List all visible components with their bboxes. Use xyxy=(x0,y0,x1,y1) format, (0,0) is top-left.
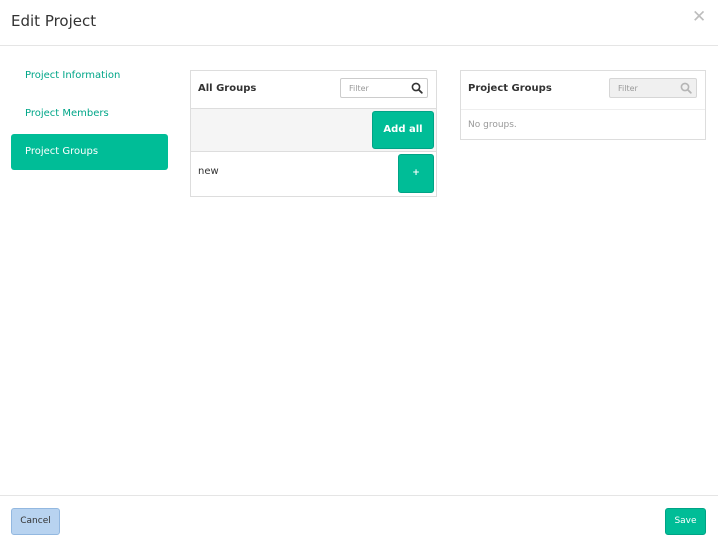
group-name: new xyxy=(198,166,219,177)
project-groups-filter-input[interactable] xyxy=(610,79,684,97)
dialog-header: Edit Project ✕ xyxy=(0,0,718,46)
all-groups-header: All Groups xyxy=(191,71,436,109)
add-all-button[interactable]: Add all xyxy=(372,111,434,149)
all-groups-panel: All Groups Add all new + xyxy=(190,70,437,197)
search-icon xyxy=(680,82,692,94)
cancel-button[interactable]: Cancel xyxy=(11,508,60,535)
project-groups-panel: Project Groups No groups. xyxy=(460,70,706,140)
all-groups-filter xyxy=(340,78,428,98)
dialog-footer: Cancel Save xyxy=(0,495,718,546)
all-groups-title: All Groups xyxy=(198,83,257,94)
nav-item-project-members[interactable]: Project Members xyxy=(11,96,168,132)
dialog-title: Edit Project xyxy=(11,12,97,30)
empty-groups-message: No groups. xyxy=(468,120,517,130)
add-all-row: Add all xyxy=(191,109,436,152)
list-item: new + xyxy=(191,152,436,196)
nav-item-project-information[interactable]: Project Information xyxy=(11,58,168,94)
edit-project-dialog: Edit Project ✕ Project Information Proje… xyxy=(0,0,718,546)
search-icon[interactable] xyxy=(411,82,423,94)
close-icon[interactable]: ✕ xyxy=(692,9,706,26)
all-groups-filter-input[interactable] xyxy=(341,79,415,97)
save-button[interactable]: Save xyxy=(665,508,706,535)
project-groups-filter xyxy=(609,78,697,98)
add-group-button[interactable]: + xyxy=(398,154,434,193)
nav-item-project-groups[interactable]: Project Groups xyxy=(11,134,168,170)
project-groups-header: Project Groups xyxy=(461,71,705,110)
project-groups-title: Project Groups xyxy=(468,83,552,94)
side-nav: Project Information Project Members Proj… xyxy=(11,58,168,172)
